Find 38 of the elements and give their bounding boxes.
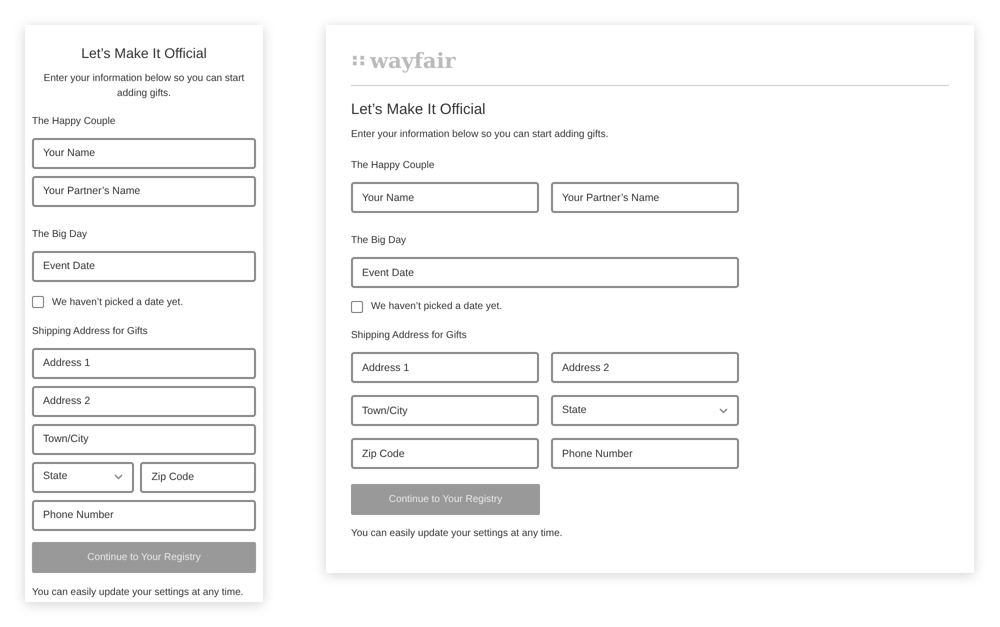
input-field[interactable]: Your Name xyxy=(32,138,256,169)
checkbox[interactable] xyxy=(32,296,44,308)
input-field[interactable]: Your Partner’s Name xyxy=(551,182,739,213)
input-field[interactable]: Address 1 xyxy=(351,352,539,383)
section-heading: The Happy Couple xyxy=(351,159,436,173)
input-field[interactable]: Address 2 xyxy=(32,386,256,417)
form-title: Let’s Make It Official xyxy=(351,101,487,119)
section-heading: Shipping Address for Gifts xyxy=(32,324,149,339)
input-field[interactable]: Zip Code xyxy=(351,438,539,469)
section-heading: The Happy Couple xyxy=(32,114,116,129)
checkbox[interactable] xyxy=(351,300,363,312)
state-dropdown[interactable]: State xyxy=(551,395,739,426)
section-heading: The Big Day xyxy=(32,228,88,242)
input-field[interactable]: Town/City xyxy=(351,395,539,426)
input-field[interactable]: Event Date xyxy=(32,250,256,282)
checkbox-label: We haven’t picked a date yet. xyxy=(371,300,502,314)
helper-text: You can easily update your settings at any time. xyxy=(351,527,564,541)
input-field[interactable]: Your Name xyxy=(351,182,539,213)
input-field[interactable]: Address 2 xyxy=(551,352,739,383)
input-field[interactable]: Address 1 xyxy=(32,348,256,379)
input-field[interactable]: Event Date xyxy=(351,257,739,288)
logo-icon xyxy=(351,53,366,68)
logo: wayfair xyxy=(370,50,456,71)
input-field[interactable]: Zip Code xyxy=(140,462,256,493)
chevron-down-icon xyxy=(719,408,728,414)
input-field[interactable]: Phone Number xyxy=(32,500,256,531)
checkbox-label: We haven’t picked a date yet. xyxy=(52,296,184,310)
state-dropdown[interactable]: State xyxy=(32,462,134,493)
input-field[interactable]: Town/City xyxy=(32,424,256,455)
input-field[interactable]: Your Partner’s Name xyxy=(32,176,256,207)
section-heading: The Big Day xyxy=(351,234,408,248)
chevron-down-icon xyxy=(114,474,124,480)
input-field[interactable]: Phone Number xyxy=(551,438,739,469)
intro-text: Enter your information below so you can start adding gifts. xyxy=(42,72,246,101)
section-heading: Shipping Address for Gifts xyxy=(351,329,468,343)
intro-text: Enter your information below so you can start adding gifts. xyxy=(351,128,610,142)
helper-text: You can easily update your settings at any time. xyxy=(32,586,244,600)
form-title: Let’s Make It Official xyxy=(80,45,208,62)
